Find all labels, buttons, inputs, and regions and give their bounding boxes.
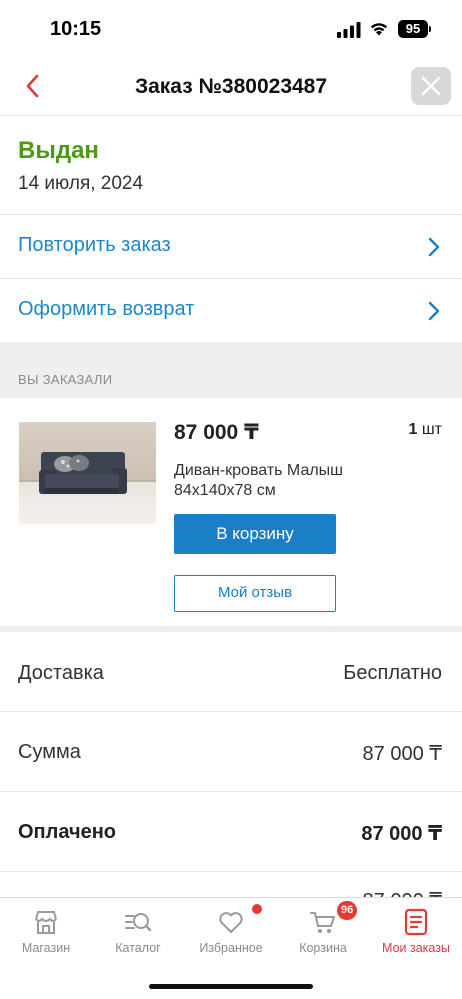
sum-label: Сумма [18,741,81,763]
section-title: ВЫ ЗАКАЗАЛИ [18,372,113,387]
tab-favorites[interactable]: Избранное [185,898,277,970]
chevron-right-icon [428,237,440,257]
status-bar: 10:15 95 [0,0,462,58]
paid-value: 87 000 ₸ [361,823,442,845]
order-date: 14 июля, 2024 [18,173,144,194]
delivery-value: Бесплатно [343,662,442,684]
heart-icon [219,912,243,933]
wifi-icon [370,23,388,36]
product-price: 87 000 ₸ [174,421,259,444]
orders-list-icon [404,908,428,936]
delivery-label: Доставка [18,662,104,684]
tab-catalog[interactable]: Каталог [92,898,184,970]
tab-label: Корзина [299,941,347,955]
tab-my-orders[interactable]: Мои заказы [370,898,462,970]
return-order-label: Оформить возврат [18,298,195,320]
battery-tip [429,26,431,32]
add-to-cart-button[interactable]: В корзину [174,514,336,554]
catalog-search-icon [125,913,152,932]
page-title: Заказ №380023487 [134,75,328,98]
my-review-button[interactable]: Мой отзыв [174,575,336,612]
sofa-photo [19,422,156,524]
tab-label: Избранное [199,941,263,955]
chevron-right-icon [428,301,440,321]
delivery-row: Доставка Бесплатно [0,632,462,712]
tab-store[interactable]: Магазин [0,898,92,970]
paid-row: Оплачено 87 000 ₸ [0,791,462,871]
tab-label: Каталог [115,941,161,955]
sum-row: Сумма 87 000 ₸ [0,711,462,791]
cart-icon [310,912,335,933]
paid-label: Оплачено [18,821,116,843]
cellular-signal-icon [337,22,361,38]
close-button[interactable] [411,67,451,105]
home-indicator [149,984,313,989]
ordered-section-header: ВЫ ЗАКАЗАЛИ [0,342,462,398]
repeat-order-label: Повторить заказ [18,234,171,256]
store-icon [35,911,57,934]
return-order-button[interactable]: Оформить возврат [0,278,462,342]
battery-indicator: 95 [398,20,428,38]
favorites-badge-dot [252,904,262,914]
tab-label: Мои заказы [382,941,450,955]
cart-badge: 96 [337,901,358,920]
status-time: 10:15 [50,18,102,40]
sum-value: 87 000 ₸ [362,743,442,765]
qty-unit: шт [421,421,442,438]
order-status: Выдан [18,137,99,164]
product-name[interactable]: Диван-кровать Малыш 84х140х78 см [174,461,384,501]
qty-number: 1 [408,421,418,438]
product-image[interactable] [19,422,156,524]
tab-label: Магазин [21,941,71,955]
product-quantity: 1 шт [408,421,442,439]
close-icon [421,76,441,96]
header: Заказ №380023487 [0,58,462,116]
divider [0,871,462,872]
repeat-order-button[interactable]: Повторить заказ [0,214,462,278]
